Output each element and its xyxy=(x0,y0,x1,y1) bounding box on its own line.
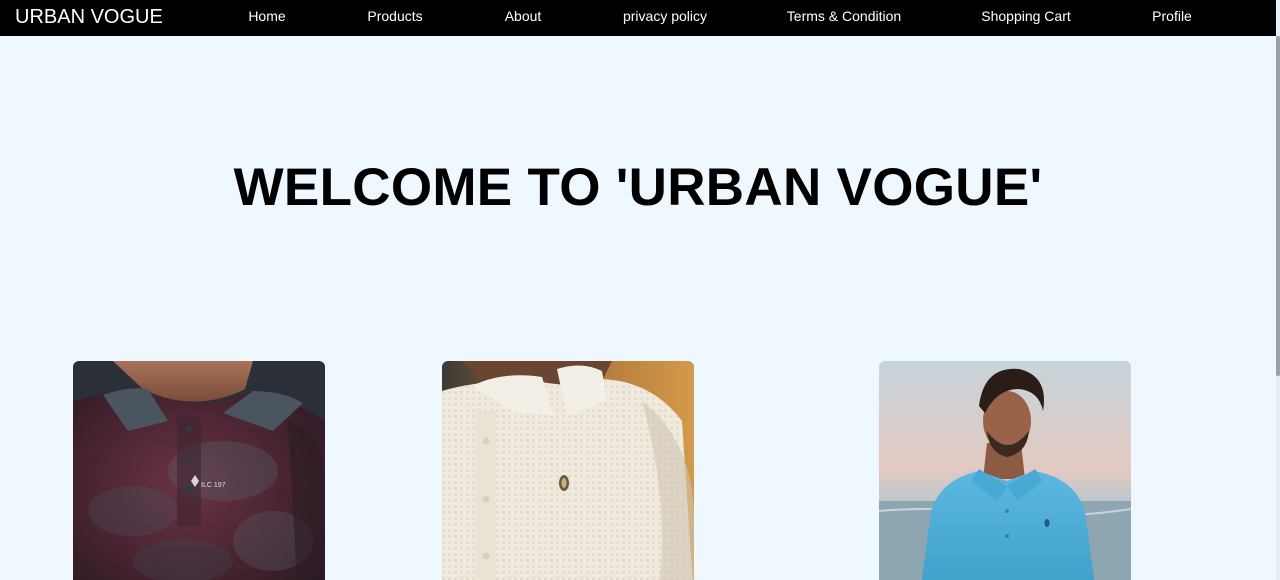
navbar: URBAN VOGUE Home Products About privacy … xyxy=(0,0,1276,36)
vertical-scrollbar[interactable] xyxy=(1276,0,1280,580)
product-card-white-polo[interactable] xyxy=(442,361,694,580)
chest-logo-text: ILC 197 xyxy=(201,482,226,489)
nav-link-terms-condition[interactable]: Terms & Condition xyxy=(787,8,901,25)
nav-link-home[interactable]: Home xyxy=(248,8,285,25)
nav-link-shopping-cart[interactable]: Shopping Cart xyxy=(981,8,1071,25)
nav-link-profile[interactable]: Profile xyxy=(1152,8,1192,25)
brand-logo-link[interactable]: URBAN VOGUE xyxy=(15,5,163,29)
product-card-maroon-polo[interactable]: ILC 197 xyxy=(73,361,325,580)
brand-emblem-icon xyxy=(1044,519,1050,527)
scrollbar-thumb[interactable] xyxy=(1276,36,1280,376)
nav-link-privacy-policy[interactable]: privacy policy xyxy=(623,8,707,25)
page: URBAN VOGUE Home Products About privacy … xyxy=(0,0,1280,580)
nav-link-about[interactable]: About xyxy=(505,8,542,25)
product-card-blue-polo[interactable] xyxy=(879,361,1131,580)
product-image-maroon-polo: ILC 197 xyxy=(73,361,325,580)
product-image-blue-polo xyxy=(879,361,1131,580)
product-image-white-polo xyxy=(442,361,694,580)
nav-link-products[interactable]: Products xyxy=(367,8,422,25)
brand-emblem-icon xyxy=(559,475,569,491)
hero-title: WELCOME TO 'URBAN VOGUE' xyxy=(233,158,1043,217)
